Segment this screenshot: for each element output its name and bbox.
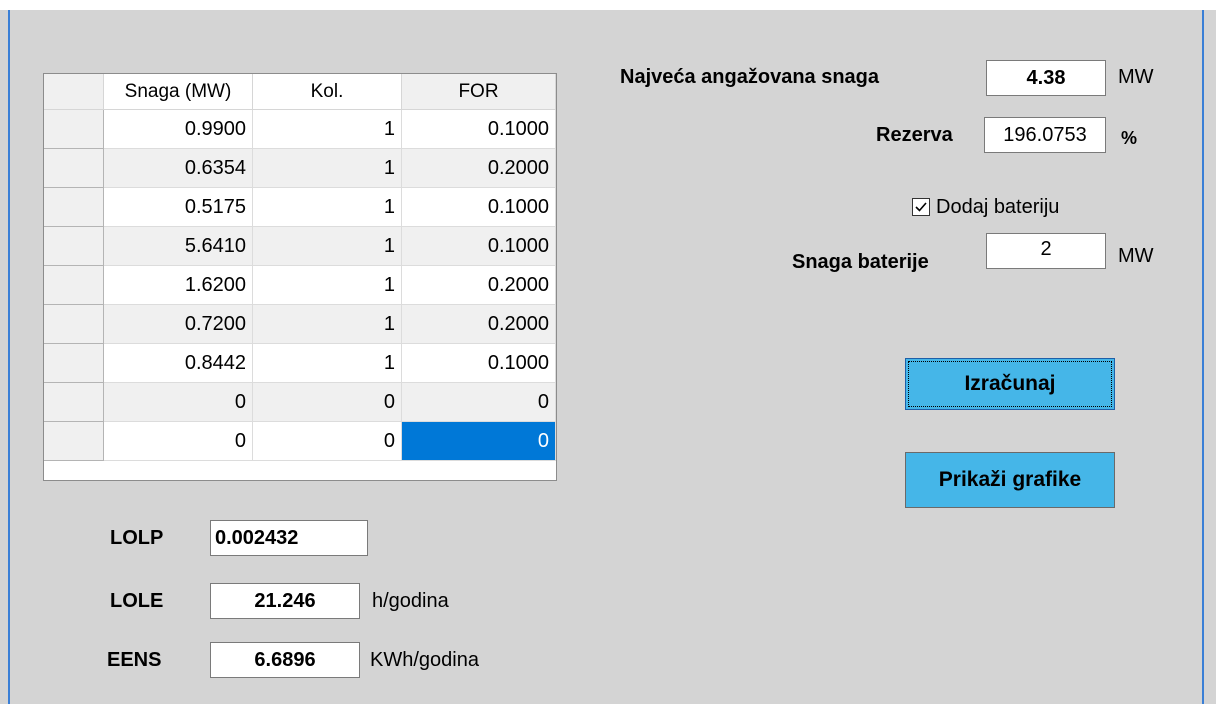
battery-power-unit: MW xyxy=(1118,245,1154,267)
grid-row: 0 0 0 xyxy=(44,383,556,422)
cell-snaga[interactable]: 1.6200 xyxy=(104,266,253,305)
cell-kol[interactable]: 1 xyxy=(253,110,402,149)
reserve-label: Rezerva xyxy=(876,124,953,146)
cell-kol[interactable]: 0 xyxy=(253,422,402,461)
cell-snaga[interactable]: 0 xyxy=(104,422,253,461)
cell-for-selected[interactable]: 0 xyxy=(402,422,556,461)
cell-snaga[interactable]: 0.9900 xyxy=(104,110,253,149)
show-charts-button[interactable]: Prikaži grafike xyxy=(905,452,1115,508)
cell-snaga[interactable]: 0 xyxy=(104,383,253,422)
grid-row: 0.7200 1 0.2000 xyxy=(44,305,556,344)
cell-kol[interactable]: 1 xyxy=(253,266,402,305)
peak-load-field[interactable]: 4.38 xyxy=(986,60,1106,96)
row-header[interactable] xyxy=(44,383,104,422)
lole-unit: h/godina xyxy=(372,590,449,612)
lolp-field[interactable]: 0.002432 xyxy=(210,520,368,556)
cell-kol[interactable]: 1 xyxy=(253,227,402,266)
cell-snaga[interactable]: 0.7200 xyxy=(104,305,253,344)
battery-power-label: Snaga baterije xyxy=(792,251,929,273)
battery-power-field[interactable]: 2 xyxy=(986,233,1106,269)
row-header[interactable] xyxy=(44,227,104,266)
cell-for[interactable]: 0.2000 xyxy=(402,149,556,188)
eens-field[interactable]: 6.6896 xyxy=(210,642,360,678)
battery-checkbox[interactable] xyxy=(912,198,930,216)
lole-label: LOLE xyxy=(110,590,164,612)
grid-row: 0.8442 1 0.1000 xyxy=(44,344,556,383)
cell-kol[interactable]: 1 xyxy=(253,344,402,383)
cell-kol[interactable]: 0 xyxy=(253,383,402,422)
grid-row: 0 0 0 xyxy=(44,422,556,461)
cell-for[interactable]: 0.2000 xyxy=(402,305,556,344)
eens-label: EENS xyxy=(107,649,162,671)
row-header[interactable] xyxy=(44,110,104,149)
reserve-unit: % xyxy=(1121,128,1138,148)
row-header[interactable] xyxy=(44,188,104,227)
lole-field[interactable]: 21.246 xyxy=(210,583,360,619)
cell-for[interactable]: 0.1000 xyxy=(402,110,556,149)
cell-for[interactable]: 0.2000 xyxy=(402,266,556,305)
cell-snaga[interactable]: 0.6354 xyxy=(104,149,253,188)
check-icon xyxy=(915,202,927,212)
row-header[interactable] xyxy=(44,266,104,305)
cell-kol[interactable]: 1 xyxy=(253,305,402,344)
window-border-right xyxy=(1202,10,1204,704)
cell-for[interactable]: 0.1000 xyxy=(402,227,556,266)
reserve-field[interactable]: 196.0753 xyxy=(984,117,1106,153)
generators-grid[interactable]: Snaga (MW) Kol. FOR 0.9900 1 0.1000 0.63… xyxy=(43,73,557,481)
cell-for[interactable]: 0.1000 xyxy=(402,188,556,227)
row-header[interactable] xyxy=(44,305,104,344)
grid-row: 0.6354 1 0.2000 xyxy=(44,149,556,188)
row-header[interactable] xyxy=(44,149,104,188)
grid-row: 0.9900 1 0.1000 xyxy=(44,110,556,149)
cell-kol[interactable]: 1 xyxy=(253,149,402,188)
peak-load-label: Najveća angažovana snaga xyxy=(620,66,880,88)
cell-kol[interactable]: 1 xyxy=(253,188,402,227)
grid-corner-header xyxy=(44,74,104,110)
grid-row: 0.5175 1 0.1000 xyxy=(44,188,556,227)
grid-row: 1.6200 1 0.2000 xyxy=(44,266,556,305)
calculate-button[interactable]: Izračunaj xyxy=(905,358,1115,410)
column-header-snaga[interactable]: Snaga (MW) xyxy=(104,74,253,110)
cell-for[interactable]: 0 xyxy=(402,383,556,422)
row-header[interactable] xyxy=(44,422,104,461)
column-header-for[interactable]: FOR xyxy=(402,74,556,110)
column-header-kol[interactable]: Kol. xyxy=(253,74,402,110)
eens-unit: KWh/godina xyxy=(370,649,479,671)
cell-for[interactable]: 0.1000 xyxy=(402,344,556,383)
window-border-left xyxy=(8,10,10,704)
grid-row: 5.6410 1 0.1000 xyxy=(44,227,556,266)
lolp-label: LOLP xyxy=(110,527,164,549)
peak-load-unit: MW xyxy=(1118,66,1154,88)
cell-snaga[interactable]: 0.5175 xyxy=(104,188,253,227)
cell-snaga[interactable]: 0.8442 xyxy=(104,344,253,383)
cell-snaga[interactable]: 5.6410 xyxy=(104,227,253,266)
battery-checkbox-label[interactable]: Dodaj bateriju xyxy=(936,196,1059,219)
row-header[interactable] xyxy=(44,344,104,383)
